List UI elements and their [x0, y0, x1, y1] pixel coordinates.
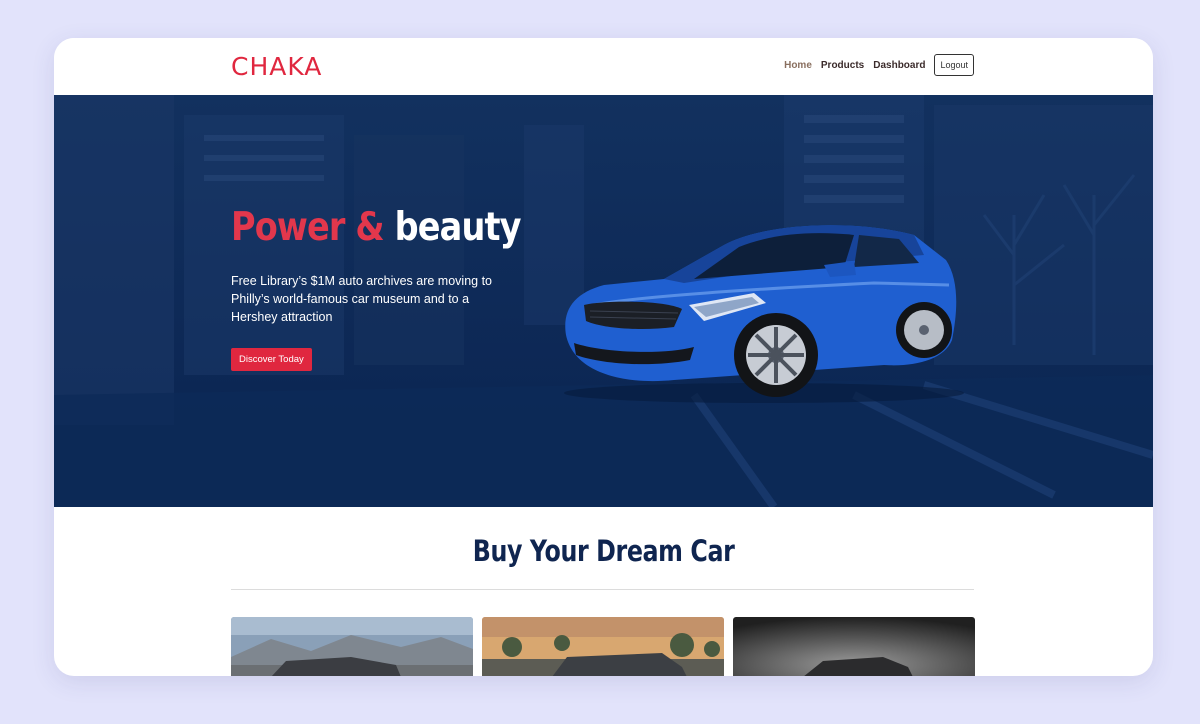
nav-products-link[interactable]: Products	[821, 60, 864, 71]
hero-title-power: Power &	[231, 205, 385, 250]
car-sunset-photo	[482, 617, 724, 676]
hero-banner: Power & beauty Free Library’s $1M auto a…	[54, 95, 1153, 507]
main-nav: Home Products Dashboard Logout	[775, 54, 974, 76]
hero-description: Free Library’s $1M auto archives are mov…	[231, 274, 492, 324]
section-title-text: Buy Your Dream Car	[472, 534, 735, 568]
car-mountain-photo	[231, 617, 473, 676]
hero-title-beauty: beauty	[394, 205, 522, 250]
product-card-image[interactable]	[482, 617, 724, 676]
browser-frame: CHAKA Home Products Dashboard Logout Pow…	[54, 38, 1153, 676]
nav-dashboard-link[interactable]: Dashboard	[873, 60, 925, 71]
discover-today-button[interactable]: Discover Today	[231, 348, 312, 371]
section-title: Buy Your Dream Car	[54, 534, 1153, 568]
product-card-image[interactable]	[733, 617, 975, 676]
logout-button[interactable]: Logout	[934, 54, 974, 76]
car-studio-photo	[733, 617, 975, 676]
site-logo[interactable]: CHAKA	[231, 52, 322, 81]
hero-title: Power & beauty	[231, 205, 521, 250]
section-divider	[231, 589, 974, 590]
blue-car-image	[564, 225, 964, 403]
product-card-image[interactable]	[231, 617, 473, 676]
site-header: CHAKA Home Products Dashboard Logout	[54, 38, 1153, 95]
nav-home-link[interactable]: Home	[784, 60, 812, 71]
